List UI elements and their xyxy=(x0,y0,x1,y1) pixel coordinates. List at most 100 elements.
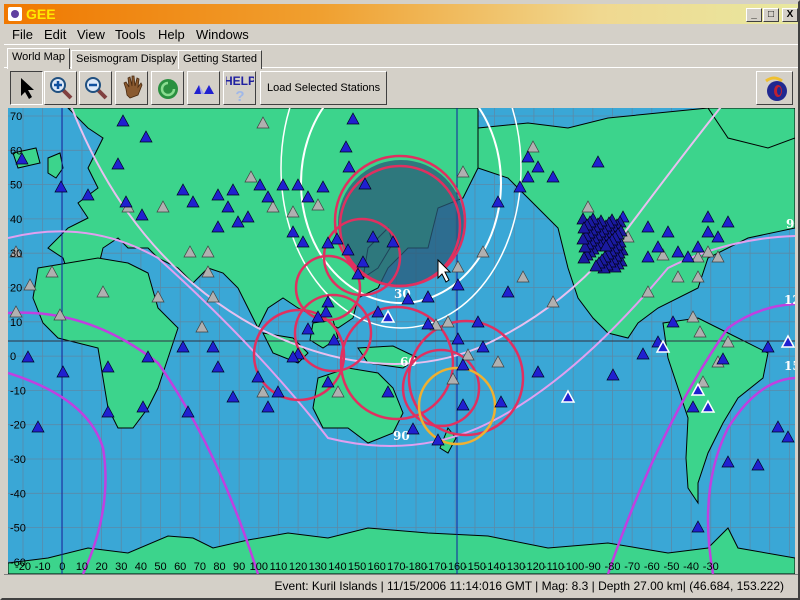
station-marker-active[interactable] xyxy=(56,365,70,378)
station-marker-active[interactable] xyxy=(781,430,795,443)
lon-label: 50 xyxy=(154,561,166,573)
event-status-text: Event: Kuril Islands | 11/15/2006 11:14:… xyxy=(274,579,784,593)
help-button[interactable]: HELP ? xyxy=(223,71,256,105)
lon-label: 70 xyxy=(194,561,206,573)
station-marker-active[interactable] xyxy=(456,398,470,411)
lon-label: 80 xyxy=(213,561,225,573)
station-marker-inactive[interactable] xyxy=(451,260,465,273)
lon-label: 0 xyxy=(59,561,65,573)
station-marker-selected[interactable] xyxy=(560,389,576,403)
lat-label: 60 xyxy=(10,145,22,157)
triangles-icon xyxy=(193,85,214,94)
station-marker-active[interactable] xyxy=(226,390,240,403)
lon-label: 20 xyxy=(95,561,107,573)
menu-edit[interactable]: Edit xyxy=(44,27,66,42)
lon-label: 10 xyxy=(76,561,88,573)
lon-label: 90 xyxy=(233,561,245,573)
station-marker-active[interactable] xyxy=(691,520,705,533)
lon-label: -120 xyxy=(523,561,545,573)
lon-label: 40 xyxy=(135,561,147,573)
station-marker-active[interactable] xyxy=(176,340,190,353)
menu-help[interactable]: Help xyxy=(158,27,185,42)
land-uk xyxy=(47,152,64,179)
status-bar: Event: Kuril Islands | 11/15/2006 11:14:… xyxy=(4,574,798,598)
lat-label: -40 xyxy=(10,488,26,500)
tab-seismogram-display[interactable]: Seismogram Display xyxy=(71,50,182,69)
station-marker-active[interactable] xyxy=(761,340,775,353)
zoom-in-button[interactable] xyxy=(44,71,77,105)
station-marker-inactive[interactable] xyxy=(686,310,700,323)
station-marker-active[interactable] xyxy=(206,340,220,353)
station-marker-active[interactable] xyxy=(476,340,490,353)
maximize-button[interactable]: □ xyxy=(763,8,779,22)
station-marker-inactive[interactable] xyxy=(195,320,209,333)
toolbar: HELP ? Load Selected Stations xyxy=(4,68,798,108)
lon-label: -90 xyxy=(585,561,601,573)
lon-label: -70 xyxy=(624,561,640,573)
lon-label: -50 xyxy=(663,561,679,573)
menu-file[interactable]: File xyxy=(12,27,33,42)
land-africa xyxy=(32,257,179,429)
station-marker-active[interactable] xyxy=(211,360,225,373)
station-marker-inactive[interactable] xyxy=(476,245,490,258)
lat-label: -30 xyxy=(10,454,26,466)
lat-label: 70 xyxy=(10,111,22,123)
distance-label-90: 90 xyxy=(393,429,410,443)
station-marker-active[interactable] xyxy=(636,347,650,360)
station-marker-active[interactable] xyxy=(494,395,508,408)
tab-world-map[interactable]: World Map xyxy=(7,48,70,69)
zoom-out-button[interactable] xyxy=(79,71,112,105)
refresh-button[interactable] xyxy=(151,71,184,105)
station-marker-active[interactable] xyxy=(54,180,68,193)
lat-label: 50 xyxy=(10,180,22,192)
station-marker-active[interactable] xyxy=(771,420,785,433)
lon-label: -10 xyxy=(35,561,51,573)
station-marker-active[interactable] xyxy=(251,370,265,383)
logo-button[interactable] xyxy=(756,71,793,105)
menu-windows[interactable]: Windows xyxy=(196,27,249,42)
station-marker-active[interactable] xyxy=(451,332,465,345)
lon-label: 110 xyxy=(270,561,288,573)
select-tool-button[interactable] xyxy=(10,71,43,105)
lat-label: 40 xyxy=(10,214,22,226)
close-button[interactable]: X xyxy=(782,8,798,22)
lat-label: 0 xyxy=(10,351,16,363)
lat-label: -20 xyxy=(10,420,26,432)
title-bar[interactable]: GEE _ □ X xyxy=(4,4,798,24)
station-marker-active[interactable] xyxy=(721,455,735,468)
gee-window: GEE _ □ X File Edit View Tools Help Wind… xyxy=(0,0,800,600)
station-marker-active[interactable] xyxy=(181,405,195,418)
station-marker-active[interactable] xyxy=(491,195,505,208)
hand-icon xyxy=(123,75,142,99)
minimize-button[interactable]: _ xyxy=(746,8,762,22)
lon-label: -100 xyxy=(562,561,584,573)
pan-button[interactable] xyxy=(115,71,148,105)
tab-getting-started[interactable]: Getting Started xyxy=(178,50,262,69)
station-marker-active[interactable] xyxy=(751,458,765,471)
station-marker-active[interactable] xyxy=(31,420,45,433)
menu-tools[interactable]: Tools xyxy=(115,27,145,42)
lon-label: 160 xyxy=(368,561,386,573)
menu-bar: File Edit View Tools Help Windows xyxy=(4,24,798,45)
station-toggle-button[interactable] xyxy=(187,71,220,105)
lon-label: 130 xyxy=(309,561,327,573)
station-marker-active[interactable] xyxy=(261,400,275,413)
station-marker-inactive[interactable] xyxy=(23,278,37,291)
station-marker-inactive[interactable] xyxy=(516,270,530,283)
distance-label-90-east: 90 xyxy=(786,217,795,231)
lat-label: -50 xyxy=(10,523,26,535)
station-marker-inactive[interactable] xyxy=(491,355,505,368)
load-selected-stations-button[interactable]: Load Selected Stations xyxy=(260,71,388,105)
app-icon xyxy=(8,7,22,21)
bomb-logo-icon xyxy=(764,76,787,101)
lon-label: 140 xyxy=(328,561,346,573)
svg-text:HELP: HELP xyxy=(226,74,254,88)
lat-label: -10 xyxy=(10,385,26,397)
menu-view[interactable]: View xyxy=(77,27,105,42)
lat-label: 20 xyxy=(10,283,22,295)
event-circle[interactable] xyxy=(401,348,481,428)
world-map[interactable]: 30 60 90 90 120 150 7060504 xyxy=(8,108,795,574)
station-marker-active[interactable] xyxy=(606,368,620,381)
arrow-pointer-icon xyxy=(20,78,34,99)
distance-label-120: 120 xyxy=(784,293,795,307)
